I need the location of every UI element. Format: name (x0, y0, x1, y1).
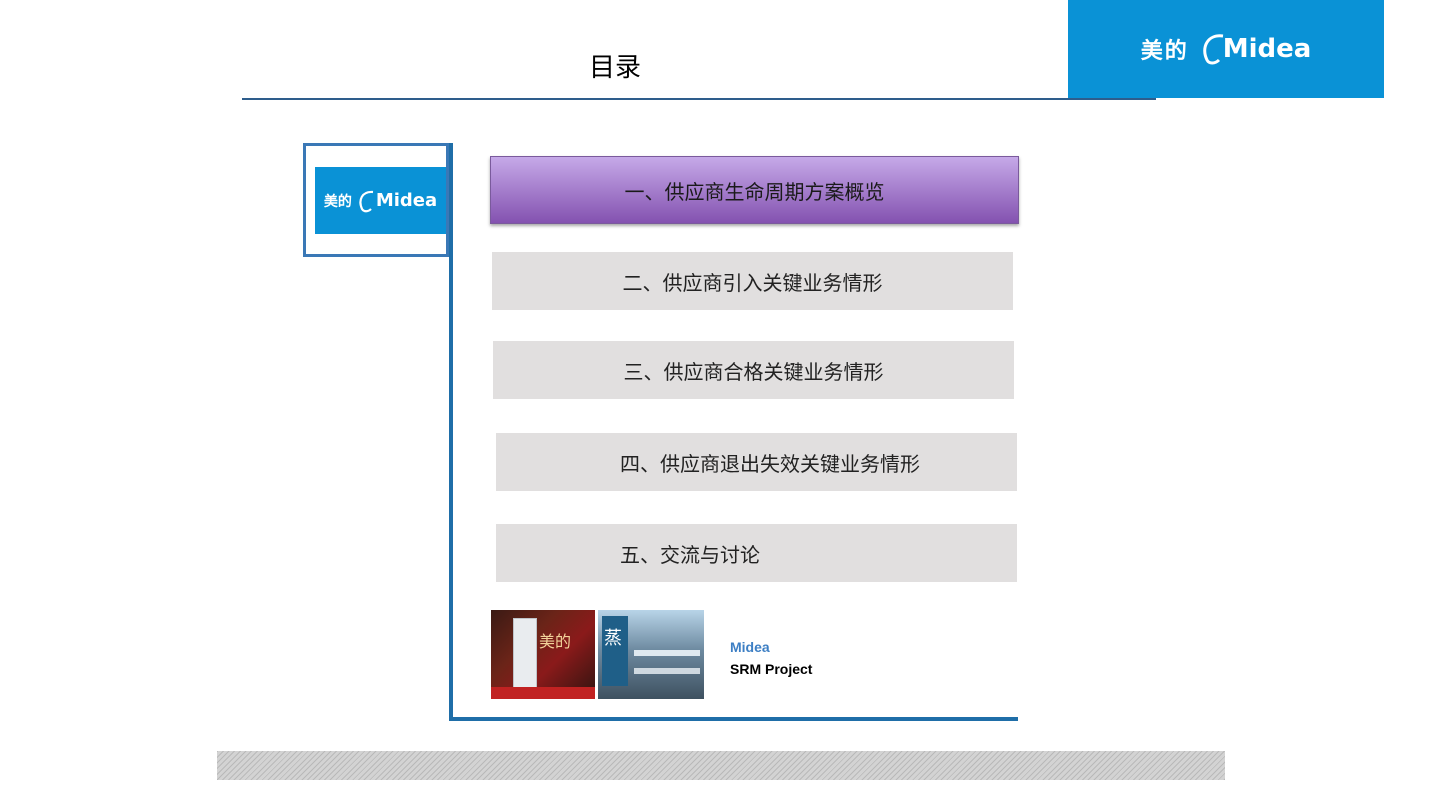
brand-logo-en-text: Midea (1222, 34, 1312, 64)
photo-right-text: 蒸 (604, 628, 622, 649)
display-shelf (634, 650, 700, 656)
page-title: 目录 (588, 53, 641, 83)
photo-left-text: 美的 (539, 632, 572, 651)
toc-item-3[interactable]: 三、供应商合格关键业务情形 (493, 341, 1014, 399)
side-logo: 美的 Midea (315, 167, 446, 234)
side-logo-frame: 美的 Midea (303, 143, 449, 257)
toc-item-label: 五、交流与讨论 (620, 542, 760, 567)
toc-item-label: 一、供应商生命周期方案概览 (624, 179, 885, 204)
header-divider (242, 98, 1156, 100)
display-shelf-lower (634, 668, 700, 674)
toc-item-label: 二、供应商引入关键业务情形 (622, 270, 883, 295)
frame-vertical-line (449, 143, 453, 721)
product-photo-left: 美的 (491, 610, 595, 699)
side-logo-en: Midea (358, 189, 437, 213)
project-subtitle: SRM Project (730, 661, 813, 677)
side-logo-cn: 美的 (323, 193, 352, 210)
photo-left-stripe (491, 687, 595, 699)
toc-item-2[interactable]: 二、供应商引入关键业务情形 (492, 252, 1013, 310)
toc-item-5[interactable]: 五、交流与讨论 (496, 524, 1017, 582)
toc-item-label: 三、供应商合格关键业务情形 (623, 359, 884, 384)
product-photo-right: 蒸 (598, 610, 704, 699)
footer-hatch-bar (217, 751, 1225, 780)
midea-swoosh-icon (359, 190, 373, 212)
toc-item-4[interactable]: 四、供应商退出失效关键业务情形 (496, 433, 1017, 491)
frame-bottom-line (449, 717, 1018, 721)
air-conditioner-image (513, 618, 537, 694)
toc-item-1[interactable]: 一、供应商生命周期方案概览 (490, 156, 1019, 224)
side-logo-en-text: Midea (375, 190, 438, 211)
brand-logo-cn: 美的 (1140, 39, 1189, 64)
brand-logo-en: Midea (1201, 32, 1312, 66)
toc-item-label: 四、供应商退出失效关键业务情形 (620, 451, 920, 476)
brand-logo: 美的 Midea (1068, 0, 1384, 98)
project-brand: Midea (730, 639, 770, 655)
